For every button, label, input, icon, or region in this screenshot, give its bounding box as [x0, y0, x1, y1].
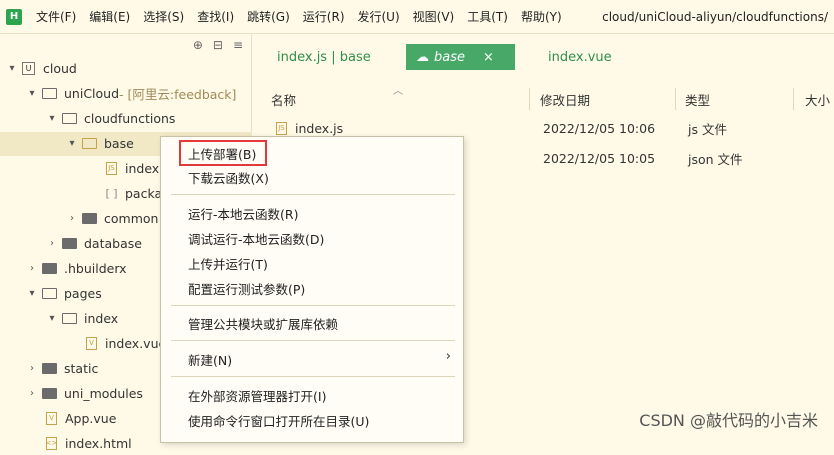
chevron-down-icon: ▾ [26, 88, 38, 99]
menu-select[interactable]: 选择(S) [143, 8, 184, 25]
tree-item-base[interactable]: ▾ base [66, 131, 134, 155]
chevron-down-icon: ▾ [46, 313, 58, 324]
tree-item-uni-modules[interactable]: › uni_modules [26, 381, 143, 405]
menu-item-open-in-explorer[interactable]: 在外部资源管理器打开(I) [188, 385, 326, 405]
menu-item-new[interactable]: 新建(N) [188, 349, 458, 369]
column-type[interactable]: 类型 [685, 90, 710, 109]
menu-icon[interactable]: ≡ [233, 38, 243, 52]
folder-icon [42, 263, 57, 274]
menu-run[interactable]: 运行(R) [303, 8, 345, 25]
chevron-down-icon: ▾ [6, 63, 18, 74]
column-name[interactable]: 名称 [271, 90, 296, 109]
folder-open-icon [82, 138, 97, 149]
folder-open-icon [62, 113, 77, 124]
menu-find[interactable]: 查找(I) [197, 8, 234, 25]
sort-up-icon: ︿ [393, 82, 403, 97]
tree-item-app-vue[interactable]: V App.vue [46, 406, 116, 430]
tree-item-cloudfunctions[interactable]: ▾ cloudfunctions [46, 106, 175, 130]
menu-publish[interactable]: 发行(U) [358, 8, 400, 25]
context-menu: 上传部署(B) 下载云函数(X) 运行-本地云函数(R) 调试运行-本地云函数(… [160, 136, 464, 443]
folder-icon [82, 213, 97, 224]
tree-item-package-json[interactable]: [ ] packa [106, 181, 162, 205]
table-cell-type: json 文件 [688, 146, 743, 170]
tree-item-hbuilderx[interactable]: › .hbuilderx [26, 256, 127, 280]
chevron-right-icon: › [46, 238, 58, 249]
tab-index-vue[interactable]: index.vue [548, 44, 612, 70]
folder-icon [42, 388, 57, 399]
menu-item-config-test-params[interactable]: 配置运行测试参数(P) [188, 278, 305, 298]
folder-icon [42, 363, 57, 374]
menu-item-debug-run-local[interactable]: 调试运行-本地云函数(D) [188, 228, 324, 248]
chevron-right-icon: › [26, 263, 38, 274]
menu-separator [171, 305, 455, 306]
tree-item-unicloud[interactable]: ▾ uniCloud - [阿里云:feedback] [26, 81, 236, 105]
column-divider[interactable] [675, 88, 676, 110]
menu-separator [171, 376, 455, 377]
tree-item-index-folder[interactable]: ▾ index [46, 306, 118, 330]
tree-item-cloud[interactable]: ▾ U cloud [6, 56, 77, 80]
folder-open-icon [62, 313, 77, 324]
menu-help[interactable]: 帮助(Y) [521, 8, 562, 25]
menu-file[interactable]: 文件(F) [36, 8, 76, 25]
menu-separator [171, 340, 455, 341]
tree-item-common[interactable]: › common [66, 206, 158, 230]
menu-item-download-cloud-function[interactable]: 下载云函数(X) [188, 167, 269, 187]
chevron-right-icon: › [66, 213, 78, 224]
tree-item-database[interactable]: › database [46, 231, 142, 255]
menu-tools[interactable]: 工具(T) [467, 8, 508, 25]
column-size[interactable]: 大小 [805, 90, 830, 109]
menu-view[interactable]: 视图(V) [413, 8, 455, 25]
folder-open-icon [42, 288, 57, 299]
js-file-icon: JS [106, 162, 117, 175]
menu-item-run-local[interactable]: 运行-本地云函数(R) [188, 203, 298, 223]
column-modified-date[interactable]: 修改日期 [540, 90, 590, 109]
menu-edit[interactable]: 编辑(E) [89, 8, 130, 25]
folder-icon [62, 238, 77, 249]
menu-bar: H 文件(F) 编辑(E) 选择(S) 查找(I) 跳转(G) 运行(R) 发行… [0, 0, 834, 34]
table-cell-type: js 文件 [688, 116, 727, 140]
tab-index-js-base[interactable]: index.js | base [277, 44, 371, 70]
chevron-right-icon: › [26, 363, 38, 374]
tree-item-static[interactable]: › static [26, 356, 98, 380]
menu-separator [171, 194, 455, 195]
vue-file-icon: V [46, 412, 57, 425]
column-divider[interactable] [793, 88, 794, 110]
chevron-right-icon: › [446, 349, 451, 364]
column-divider[interactable] [529, 88, 530, 110]
cloud-icon: ☁ [416, 50, 429, 65]
folder-open-icon [42, 88, 57, 99]
hbuilderx-logo-icon: H [6, 9, 22, 25]
js-file-icon: JS [276, 122, 287, 135]
tab-base[interactable]: ☁ base × [406, 44, 515, 70]
vue-file-icon: V [86, 337, 97, 350]
collapse-all-icon[interactable]: ⊟ [213, 38, 223, 52]
tree-item-pages[interactable]: ▾ pages [26, 281, 102, 305]
chevron-down-icon: ▾ [66, 138, 78, 149]
chevron-right-icon: › [26, 388, 38, 399]
table-cell-date: 2022/12/05 10:05 [543, 146, 655, 170]
menu-item-upload-and-run[interactable]: 上传并运行(T) [188, 253, 268, 273]
table-cell-date: 2022/12/05 10:06 [543, 116, 655, 140]
chevron-down-icon: ▾ [46, 113, 58, 124]
chevron-down-icon: ▾ [26, 288, 38, 299]
menu-item-upload-deploy[interactable]: 上传部署(B) [188, 143, 256, 163]
menu-item-open-in-terminal[interactable]: 使用命令行窗口打开所在目录(U) [188, 410, 369, 430]
editor-tabs: index.js | base ☁ base × index.vue [253, 44, 834, 70]
json-file-icon: [ ] [106, 187, 117, 200]
tree-item-index-html[interactable]: <> index.html [46, 431, 132, 455]
menu-item-manage-dependencies[interactable]: 管理公共模块或扩展库依赖 [188, 313, 338, 333]
tree-item-index-js[interactable]: JS index [106, 156, 159, 180]
file-table-header: 名称 ︿ 修改日期 类型 大小 [253, 84, 834, 112]
menu-goto[interactable]: 跳转(G) [247, 8, 290, 25]
tree-item-index-vue[interactable]: V index.vue [86, 331, 166, 355]
watermark: CSDN @敲代码的小吉米 [639, 407, 818, 431]
window-path-title: cloud/uniCloud-aliyun/cloudfunctions/ [602, 10, 828, 24]
project-icon: U [22, 62, 35, 75]
html-file-icon: <> [46, 437, 57, 450]
close-icon[interactable]: × [483, 50, 494, 65]
locate-icon[interactable]: ⊕ [193, 38, 203, 52]
